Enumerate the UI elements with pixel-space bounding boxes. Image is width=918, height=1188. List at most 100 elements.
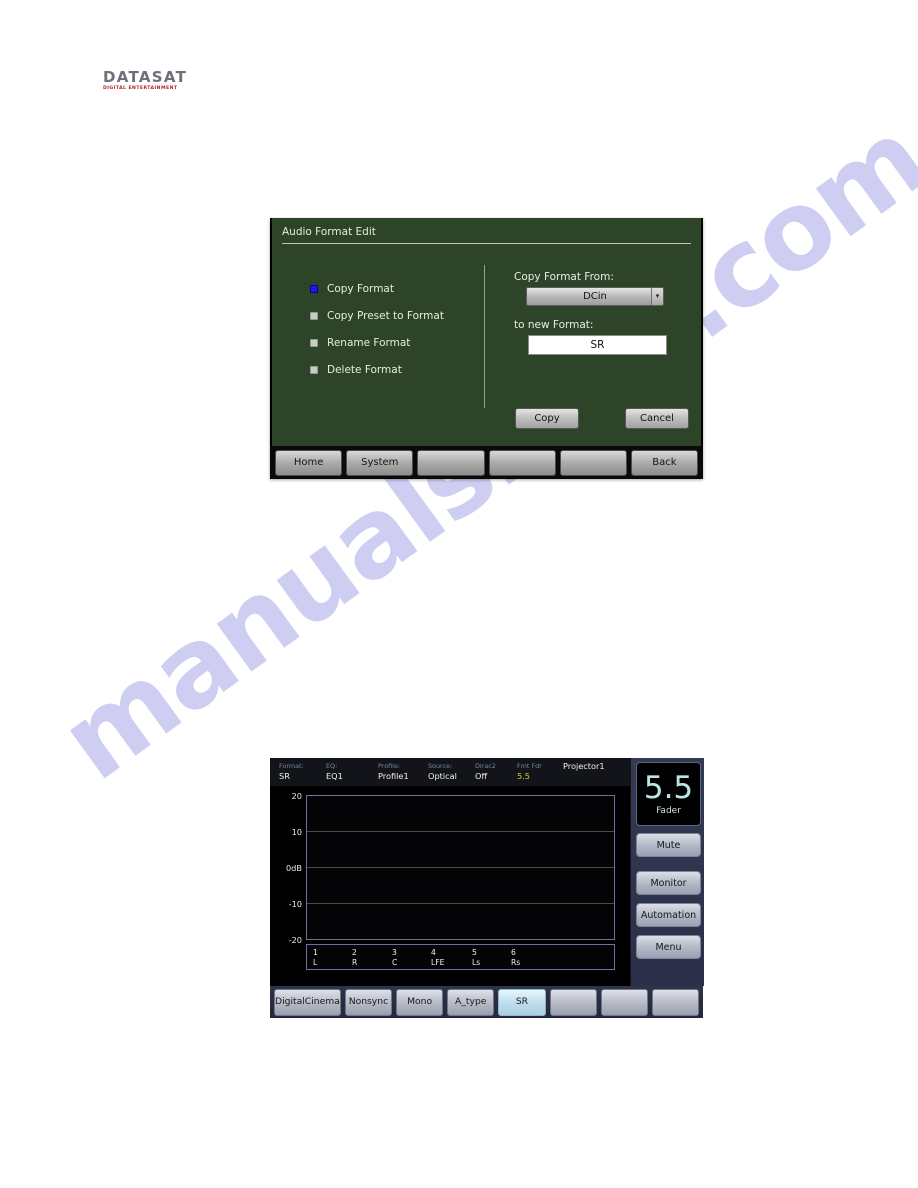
status-value: SR xyxy=(279,771,290,781)
menu-button[interactable]: Menu xyxy=(636,935,701,959)
audio-format-edit-screen: Audio Format Edit Copy Format Copy Prese… xyxy=(270,218,703,479)
y-tick: 20 xyxy=(291,791,302,801)
console-home-screen: Format: SR EQ: EQ1 Profile: Profile1 Sou… xyxy=(270,758,704,1018)
channel-6: 6 Rs xyxy=(511,948,520,968)
format-tab-bar: Digital Cinema Nonsync Mono A_type SR xyxy=(270,986,703,1018)
gridline xyxy=(307,903,614,904)
channel-name: L xyxy=(313,958,318,967)
channel-1: 1 L xyxy=(313,948,318,968)
tab-nonsync[interactable]: Nonsync xyxy=(344,988,392,1016)
nav-button-empty-3[interactable] xyxy=(559,449,627,476)
status-profile: Profile: Profile1 xyxy=(378,761,409,782)
column-divider xyxy=(484,265,485,408)
monitor-button[interactable]: Monitor xyxy=(636,871,701,895)
tab-sr[interactable]: SR xyxy=(498,988,546,1016)
channel-3: 3 C xyxy=(392,948,397,968)
channel-name: Rs xyxy=(511,958,521,967)
mute-button[interactable]: Mute xyxy=(636,833,701,857)
channel-name: C xyxy=(392,958,398,967)
status-key: Profile: xyxy=(378,762,401,770)
tab-empty-2[interactable] xyxy=(600,988,648,1016)
radio-icon xyxy=(310,338,318,347)
nav-button-empty-2[interactable] xyxy=(488,449,556,476)
new-format-name-value: SR xyxy=(590,339,605,351)
tab-digital-cinema[interactable]: Digital Cinema xyxy=(274,988,341,1016)
fader-label: Fader xyxy=(656,805,681,816)
format-action-radio-group: Copy Format Copy Preset to Format Rename… xyxy=(310,275,480,383)
copy-button[interactable]: Copy xyxy=(515,408,579,429)
radio-label: Delete Format xyxy=(327,363,402,376)
copy-format-from-label: Copy Format From: xyxy=(514,271,614,283)
nav-button-back[interactable]: Back xyxy=(630,449,699,476)
radio-label: Rename Format xyxy=(327,336,411,349)
y-tick: 10 xyxy=(291,827,302,837)
status-bar: Format: SR EQ: EQ1 Profile: Profile1 Sou… xyxy=(270,758,630,786)
channel-name: Ls xyxy=(472,958,481,967)
channel-number: 5 xyxy=(472,948,477,957)
logo-wordmark: DATASAT xyxy=(103,68,188,86)
channel-label-strip: 1 L 2 R 3 C 4 LFE 5 Ls 6 Rs xyxy=(306,944,615,970)
logo-tagline: DIGITAL ENTERTAINMENT xyxy=(103,86,178,91)
tab-empty-3[interactable] xyxy=(651,988,700,1016)
status-key: Source: xyxy=(428,762,453,770)
gridline xyxy=(307,867,614,868)
channel-number: 1 xyxy=(313,948,318,957)
channel-5: 5 Ls xyxy=(472,948,480,968)
status-key: Dirac2 xyxy=(475,762,496,770)
dialog-panel: Audio Format Edit Copy Format Copy Prese… xyxy=(272,218,701,446)
status-key: EQ: xyxy=(326,762,338,770)
channel-number: 4 xyxy=(431,948,436,957)
console-main-area: Format: SR EQ: EQ1 Profile: Profile1 Sou… xyxy=(270,758,630,986)
copy-format-from-select[interactable]: DCin ▾ xyxy=(526,287,664,306)
radio-icon xyxy=(310,365,318,374)
automation-button[interactable]: Automation xyxy=(636,903,701,927)
datasat-logo: DATASAT DIGITAL ENTERTAINMENT xyxy=(103,70,189,92)
status-key: Fmt Fdr xyxy=(517,762,542,770)
status-value: EQ1 xyxy=(326,771,343,781)
radio-option-copy-format[interactable]: Copy Format xyxy=(310,275,480,302)
nav-button-empty-1[interactable] xyxy=(417,449,485,476)
nav-button-home[interactable]: Home xyxy=(275,449,343,476)
channel-number: 6 xyxy=(511,948,516,957)
to-new-format-label: to new Format: xyxy=(514,319,594,331)
tab-mono[interactable]: Mono xyxy=(396,988,444,1016)
title-divider xyxy=(282,243,691,244)
fader-value: 5.5 xyxy=(643,769,694,806)
nav-button-system[interactable]: System xyxy=(346,449,414,476)
radio-label: Copy Preset to Format xyxy=(327,309,444,322)
channel-number: 3 xyxy=(392,948,397,957)
status-value: Optical xyxy=(428,771,457,781)
y-tick: 0dB xyxy=(285,863,302,873)
cancel-button[interactable]: Cancel xyxy=(625,408,689,429)
channel-name: R xyxy=(352,958,358,967)
status-value: Off xyxy=(475,771,488,781)
radio-option-copy-preset-to-format[interactable]: Copy Preset to Format xyxy=(310,302,480,329)
chevron-down-icon[interactable]: ▾ xyxy=(651,288,663,305)
status-value: 5.5 xyxy=(517,771,531,781)
gridline xyxy=(307,831,614,832)
meter-y-axis: 20 10 0dB -10 -20 xyxy=(270,786,306,946)
fader-display[interactable]: 5.5 Fader xyxy=(636,762,701,826)
status-fmt-fader: Fmt Fdr 5.5 xyxy=(517,761,542,782)
dialog-nav-bar: Home System Back xyxy=(270,446,703,479)
status-format: Format: SR xyxy=(279,761,304,782)
radio-option-delete-format[interactable]: Delete Format xyxy=(310,356,480,383)
tab-a-type[interactable]: A_type xyxy=(447,988,495,1016)
radio-icon xyxy=(310,284,318,293)
tab-label-line1: Digital xyxy=(275,996,305,1007)
status-dirac2: Dirac2 Off xyxy=(475,761,496,782)
radio-option-rename-format[interactable]: Rename Format xyxy=(310,329,480,356)
level-meter-chart: 20 10 0dB -10 -20 1 L 2 R 3 C 4 LFE 5 Ls… xyxy=(270,786,630,986)
copy-format-from-value: DCin xyxy=(583,291,607,302)
y-tick: -10 xyxy=(288,899,302,909)
tab-empty-1[interactable] xyxy=(549,988,597,1016)
status-eq: EQ: EQ1 xyxy=(326,761,343,782)
new-format-name-input[interactable]: SR xyxy=(528,335,667,355)
y-tick: -20 xyxy=(288,935,302,945)
channel-name: LFE xyxy=(431,958,445,967)
status-key: Format: xyxy=(279,762,304,770)
channel-2: 2 R xyxy=(352,948,357,968)
status-value: Profile1 xyxy=(378,771,409,781)
tab-label-line2: Cinema xyxy=(304,996,340,1007)
radio-icon xyxy=(310,311,318,320)
